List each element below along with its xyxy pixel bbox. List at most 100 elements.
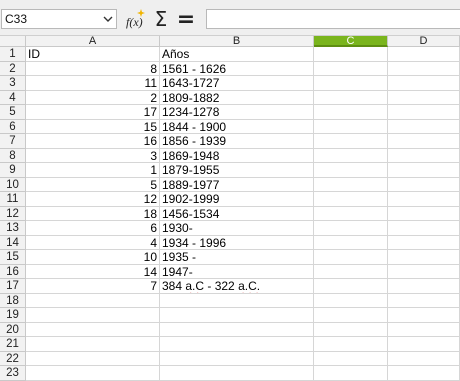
cell-c21[interactable] bbox=[314, 337, 388, 352]
cell-a8[interactable]: 3 bbox=[26, 148, 160, 163]
cell-b18[interactable] bbox=[160, 293, 314, 308]
row-header[interactable]: 10 bbox=[0, 177, 26, 192]
cell-d14[interactable] bbox=[388, 235, 460, 250]
cell-d19[interactable] bbox=[388, 308, 460, 323]
cell-c23[interactable] bbox=[314, 366, 388, 381]
cell-d16[interactable] bbox=[388, 264, 460, 279]
spreadsheet-grid[interactable]: A B C D 1 ID Años 2 8 1561 - 1626 3 11 1643-1727 4 2 18… bbox=[0, 36, 460, 381]
cell-d20[interactable] bbox=[388, 322, 460, 337]
row-header[interactable]: 11 bbox=[0, 192, 26, 207]
cell-d13[interactable] bbox=[388, 221, 460, 236]
cell-b6[interactable]: 1844 - 1900 bbox=[160, 119, 314, 134]
cell-b15[interactable]: 1935 - bbox=[160, 250, 314, 265]
sum-icon[interactable]: Σ bbox=[152, 7, 170, 31]
cell-c18[interactable] bbox=[314, 293, 388, 308]
column-header-d[interactable]: D bbox=[388, 36, 460, 47]
row-header[interactable]: 12 bbox=[0, 206, 26, 221]
cell-b8[interactable]: 1869-1948 bbox=[160, 148, 314, 163]
row-header[interactable]: 22 bbox=[0, 351, 26, 366]
cell-a6[interactable]: 15 bbox=[26, 119, 160, 134]
column-header-b[interactable]: B bbox=[160, 36, 314, 47]
cell-d21[interactable] bbox=[388, 337, 460, 352]
cell-d12[interactable] bbox=[388, 206, 460, 221]
cell-a18[interactable] bbox=[26, 293, 160, 308]
cell-a7[interactable]: 16 bbox=[26, 134, 160, 149]
cell-b20[interactable] bbox=[160, 322, 314, 337]
cell-c19[interactable] bbox=[314, 308, 388, 323]
cell-a22[interactable] bbox=[26, 351, 160, 366]
formula-input[interactable] bbox=[206, 9, 460, 29]
select-all-corner[interactable] bbox=[0, 36, 26, 47]
cell-d15[interactable] bbox=[388, 250, 460, 265]
row-header[interactable]: 23 bbox=[0, 366, 26, 381]
cell-d9[interactable] bbox=[388, 163, 460, 178]
row-header[interactable]: 14 bbox=[0, 235, 26, 250]
row-header[interactable]: 18 bbox=[0, 293, 26, 308]
cell-b13[interactable]: 1930- bbox=[160, 221, 314, 236]
cell-c8[interactable] bbox=[314, 148, 388, 163]
cell-a14[interactable]: 4 bbox=[26, 235, 160, 250]
cell-b10[interactable]: 1889-1977 bbox=[160, 177, 314, 192]
cell-b16[interactable]: 1947- bbox=[160, 264, 314, 279]
cell-a17[interactable]: 7 bbox=[26, 279, 160, 294]
cell-b22[interactable] bbox=[160, 351, 314, 366]
row-header[interactable]: 15 bbox=[0, 250, 26, 265]
formula-icon[interactable]: = bbox=[176, 7, 196, 32]
row-header[interactable]: 2 bbox=[0, 61, 26, 76]
row-header[interactable]: 4 bbox=[0, 90, 26, 105]
cell-c5[interactable] bbox=[314, 105, 388, 120]
cell-b2[interactable]: 1561 - 1626 bbox=[160, 61, 314, 76]
cell-c3[interactable] bbox=[314, 76, 388, 91]
cell-a15[interactable]: 10 bbox=[26, 250, 160, 265]
row-header[interactable]: 20 bbox=[0, 322, 26, 337]
cell-d2[interactable] bbox=[388, 61, 460, 76]
cell-c20[interactable] bbox=[314, 322, 388, 337]
cell-d18[interactable] bbox=[388, 293, 460, 308]
row-header[interactable]: 19 bbox=[0, 308, 26, 323]
cell-b23[interactable] bbox=[160, 366, 314, 381]
row-header[interactable]: 6 bbox=[0, 119, 26, 134]
cell-c7[interactable] bbox=[314, 134, 388, 149]
cell-a12[interactable]: 18 bbox=[26, 206, 160, 221]
cell-d6[interactable] bbox=[388, 119, 460, 134]
row-header[interactable]: 9 bbox=[0, 163, 26, 178]
cell-b21[interactable] bbox=[160, 337, 314, 352]
cell-b4[interactable]: 1809-1882 bbox=[160, 90, 314, 105]
cell-d10[interactable] bbox=[388, 177, 460, 192]
cell-a23[interactable] bbox=[26, 366, 160, 381]
cell-b9[interactable]: 1879-1955 bbox=[160, 163, 314, 178]
cell-b19[interactable] bbox=[160, 308, 314, 323]
column-header-a[interactable]: A bbox=[26, 36, 160, 47]
row-header[interactable]: 5 bbox=[0, 105, 26, 120]
cell-d1[interactable] bbox=[388, 47, 460, 62]
cell-d8[interactable] bbox=[388, 148, 460, 163]
cell-d4[interactable] bbox=[388, 90, 460, 105]
cell-a16[interactable]: 14 bbox=[26, 264, 160, 279]
chevron-down-icon[interactable] bbox=[100, 10, 116, 28]
cell-b7[interactable]: 1856 - 1939 bbox=[160, 134, 314, 149]
cell-d3[interactable] bbox=[388, 76, 460, 91]
function-wizard-icon[interactable]: f(x) bbox=[125, 8, 147, 30]
row-header[interactable]: 17 bbox=[0, 279, 26, 294]
cell-c22[interactable] bbox=[314, 351, 388, 366]
cell-d23[interactable] bbox=[388, 366, 460, 381]
row-header[interactable]: 8 bbox=[0, 148, 26, 163]
cell-b5[interactable]: 1234-1278 bbox=[160, 105, 314, 120]
row-header[interactable]: 3 bbox=[0, 76, 26, 91]
cell-d7[interactable] bbox=[388, 134, 460, 149]
cell-a19[interactable] bbox=[26, 308, 160, 323]
cell-a9[interactable]: 1 bbox=[26, 163, 160, 178]
cell-c12[interactable] bbox=[314, 206, 388, 221]
cell-c16[interactable] bbox=[314, 264, 388, 279]
row-header[interactable]: 16 bbox=[0, 264, 26, 279]
row-header[interactable]: 1 bbox=[0, 47, 26, 62]
cell-d17[interactable] bbox=[388, 279, 460, 294]
cell-c2[interactable] bbox=[314, 61, 388, 76]
cell-a10[interactable]: 5 bbox=[26, 177, 160, 192]
cell-a20[interactable] bbox=[26, 322, 160, 337]
cell-c9[interactable] bbox=[314, 163, 388, 178]
cell-c17[interactable] bbox=[314, 279, 388, 294]
cell-a11[interactable]: 12 bbox=[26, 192, 160, 207]
cell-d5[interactable] bbox=[388, 105, 460, 120]
cell-c14[interactable] bbox=[314, 235, 388, 250]
